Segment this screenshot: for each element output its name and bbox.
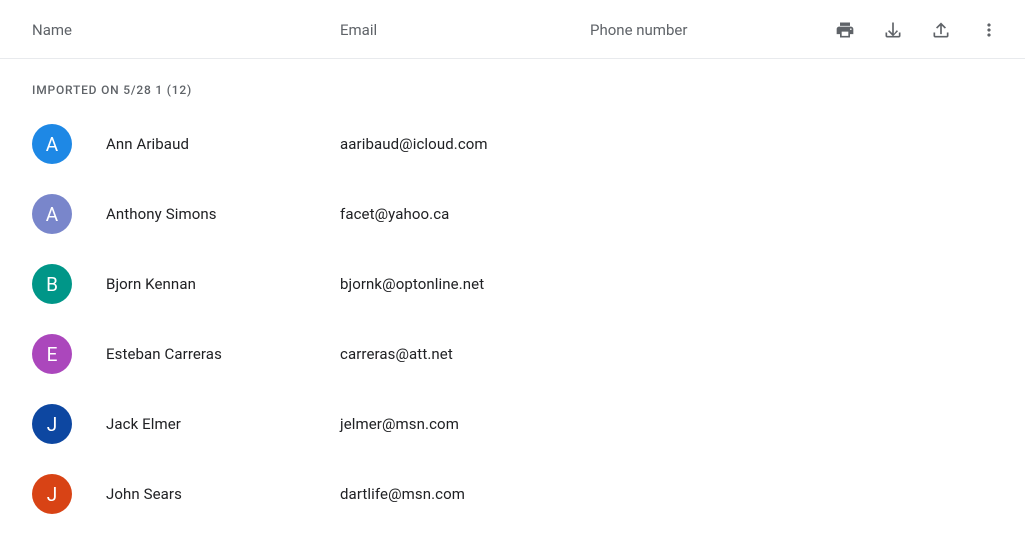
avatar-wrap: A <box>32 194 106 234</box>
contact-name: Ann Aribaud <box>106 135 340 153</box>
contacts-list: A Ann Aribaudaaribaud@icloud.com A Anthony … <box>0 109 1025 529</box>
avatar-wrap: J <box>32 474 106 514</box>
more-icon[interactable] <box>977 18 1001 42</box>
download-icon[interactable] <box>881 18 905 42</box>
avatar-wrap: B <box>32 264 106 304</box>
avatar-wrap: A <box>32 124 106 164</box>
avatar-wrap: E <box>32 334 106 374</box>
contact-name: Esteban Carreras <box>106 345 340 363</box>
contact-name: Bjorn Kennan <box>106 275 340 293</box>
contact-email: facet@yahoo.ca <box>340 205 590 223</box>
contact-name: John Sears <box>106 485 340 503</box>
avatar-wrap: J <box>32 404 106 444</box>
columns-header: Name Email Phone number <box>0 0 1025 59</box>
avatar: A <box>32 124 72 164</box>
upload-icon[interactable] <box>929 18 953 42</box>
avatar: J <box>32 404 72 444</box>
avatar: B <box>32 264 72 304</box>
contact-email: carreras@att.net <box>340 345 590 363</box>
contact-name: Jack Elmer <box>106 415 340 433</box>
print-icon[interactable] <box>833 18 857 42</box>
header-actions <box>833 18 1001 42</box>
section-header: IMPORTED ON 5/28 1 (12) <box>0 59 1025 109</box>
contact-email: dartlife@msn.com <box>340 485 590 503</box>
column-header-name: Name <box>32 21 340 39</box>
contact-name: Anthony Simons <box>106 205 340 223</box>
contact-row[interactable]: E Esteban Carrerascarreras@att.net <box>0 319 1025 389</box>
contact-row[interactable]: A Ann Aribaudaaribaud@icloud.com <box>0 109 1025 179</box>
avatar: J <box>32 474 72 514</box>
contact-row[interactable]: B Bjorn Kennanbjornk@optonline.net <box>0 249 1025 319</box>
contact-email: jelmer@msn.com <box>340 415 590 433</box>
contact-row[interactable]: J John Searsdartlife@msn.com <box>0 459 1025 529</box>
column-header-phone: Phone number <box>590 21 833 39</box>
column-header-email: Email <box>340 21 590 39</box>
avatar: A <box>32 194 72 234</box>
contact-row[interactable]: J Jack Elmerjelmer@msn.com <box>0 389 1025 459</box>
avatar: E <box>32 334 72 374</box>
contact-email: aaribaud@icloud.com <box>340 135 590 153</box>
contact-email: bjornk@optonline.net <box>340 275 590 293</box>
contact-row[interactable]: A Anthony Simonsfacet@yahoo.ca <box>0 179 1025 249</box>
